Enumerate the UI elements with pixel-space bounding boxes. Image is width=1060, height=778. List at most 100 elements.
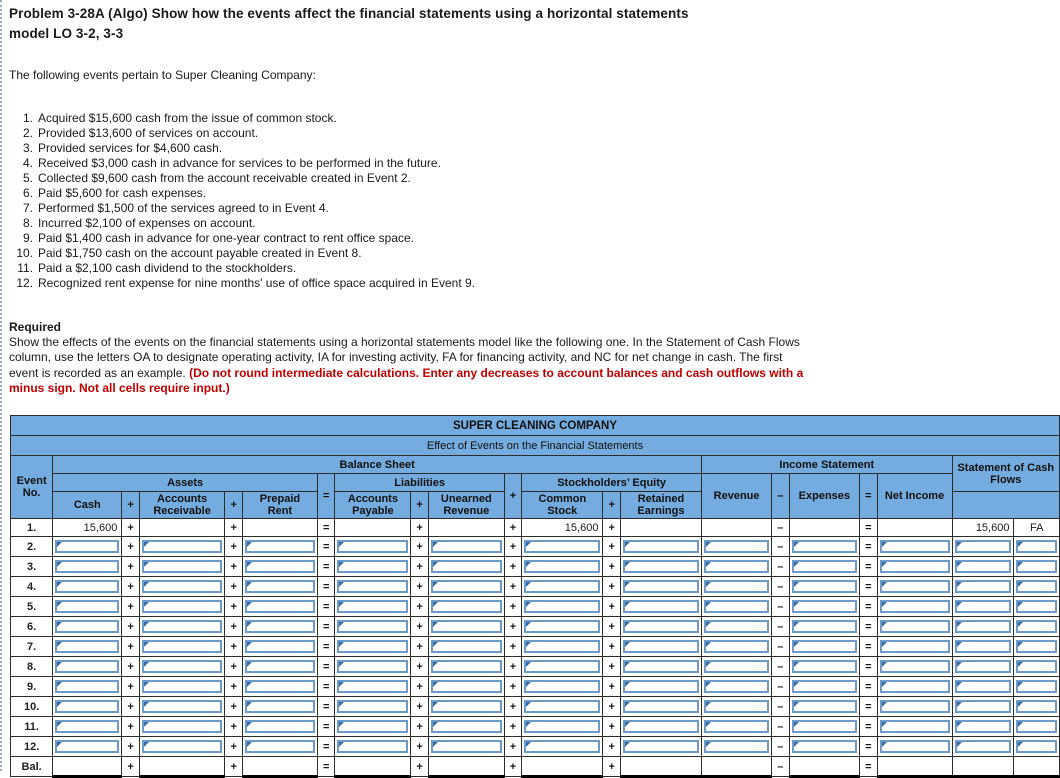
input-common-stock[interactable] xyxy=(524,720,601,733)
cell-cash-flow-code[interactable] xyxy=(1013,616,1060,637)
input-unearned-revenue[interactable] xyxy=(430,660,502,673)
cell-net-income[interactable] xyxy=(876,576,953,597)
input-cash-flow-code[interactable] xyxy=(1016,700,1057,713)
input-prepaid-rent[interactable] xyxy=(244,680,315,693)
cell-revenue[interactable] xyxy=(701,616,773,637)
input-prepaid-rent[interactable] xyxy=(244,560,315,573)
input-cash[interactable] xyxy=(55,640,120,653)
cell-accounts-payable[interactable] xyxy=(334,576,412,597)
input-cash[interactable] xyxy=(55,580,120,593)
cell-accounts-payable[interactable] xyxy=(334,656,412,677)
input-retained-earnings[interactable] xyxy=(622,540,700,553)
input-accounts-receivable[interactable] xyxy=(141,660,223,673)
input-accounts-receivable[interactable] xyxy=(141,540,223,553)
input-accounts-receivable[interactable] xyxy=(141,700,223,713)
cell-accounts-receivable[interactable] xyxy=(138,616,226,637)
input-net-income[interactable] xyxy=(879,600,950,613)
input-net-income[interactable] xyxy=(879,720,950,733)
input-unearned-revenue[interactable] xyxy=(430,640,502,653)
cell-cash[interactable] xyxy=(52,636,123,657)
input-revenue[interactable] xyxy=(704,720,770,733)
input-common-stock[interactable] xyxy=(524,740,601,753)
input-net-income[interactable] xyxy=(879,660,950,673)
cell-net-income[interactable] xyxy=(876,736,953,757)
cell-prepaid-rent[interactable] xyxy=(241,616,319,637)
cell-cash-flow-amount[interactable] xyxy=(951,716,1015,737)
input-cash[interactable] xyxy=(55,700,120,713)
cell-cash-flow-code[interactable] xyxy=(1013,596,1060,617)
cell-net-income[interactable] xyxy=(876,716,953,737)
input-revenue[interactable] xyxy=(704,640,770,653)
input-common-stock[interactable] xyxy=(524,640,601,653)
cell-net-income[interactable] xyxy=(876,676,953,697)
input-prepaid-rent[interactable] xyxy=(244,540,315,553)
cell-cash-flow-code[interactable] xyxy=(1013,736,1060,757)
input-expenses[interactable] xyxy=(791,680,858,693)
cell-revenue[interactable] xyxy=(701,596,773,617)
cell-retained-earnings[interactable] xyxy=(619,556,703,577)
cell-accounts-receivable[interactable] xyxy=(138,636,226,657)
cell-unearned-revenue[interactable] xyxy=(427,616,505,637)
cell-revenue[interactable] xyxy=(701,576,773,597)
cell-prepaid-rent[interactable] xyxy=(241,596,319,617)
cell-common-stock[interactable] xyxy=(521,616,604,637)
input-revenue[interactable] xyxy=(704,680,770,693)
cell-cash-flow-amount[interactable] xyxy=(951,536,1015,557)
input-prepaid-rent[interactable] xyxy=(244,700,315,713)
input-expenses[interactable] xyxy=(791,740,858,753)
cell-retained-earnings[interactable] xyxy=(619,636,703,657)
cell-accounts-receivable[interactable] xyxy=(138,576,226,597)
input-common-stock[interactable] xyxy=(524,660,601,673)
input-accounts-payable[interactable] xyxy=(337,600,409,613)
input-accounts-payable[interactable] xyxy=(337,540,409,553)
input-retained-earnings[interactable] xyxy=(622,680,700,693)
cell-common-stock[interactable] xyxy=(521,676,604,697)
input-unearned-revenue[interactable] xyxy=(430,700,502,713)
cell-accounts-payable[interactable] xyxy=(334,716,412,737)
cell-unearned-revenue[interactable] xyxy=(427,596,505,617)
cell-expenses[interactable] xyxy=(788,556,861,577)
input-common-stock[interactable] xyxy=(524,700,601,713)
cell-accounts-payable[interactable] xyxy=(334,676,412,697)
input-unearned-revenue[interactable] xyxy=(430,580,502,593)
input-net-income[interactable] xyxy=(879,640,950,653)
input-accounts-payable[interactable] xyxy=(337,660,409,673)
input-expenses[interactable] xyxy=(791,660,858,673)
cell-cash-flow-code[interactable] xyxy=(1013,536,1060,557)
cell-prepaid-rent[interactable] xyxy=(241,536,319,557)
cell-cash[interactable] xyxy=(52,616,123,637)
cell-expenses[interactable] xyxy=(788,616,861,637)
cell-cash-flow-amount[interactable] xyxy=(951,556,1015,577)
input-retained-earnings[interactable] xyxy=(622,660,700,673)
cell-cash-flow-code[interactable] xyxy=(1013,696,1060,717)
cell-expenses[interactable] xyxy=(788,596,861,617)
input-accounts-receivable[interactable] xyxy=(141,740,223,753)
input-prepaid-rent[interactable] xyxy=(244,660,315,673)
cell-retained-earnings[interactable] xyxy=(619,536,703,557)
input-cash-flow-code[interactable] xyxy=(1016,580,1057,593)
cell-accounts-payable[interactable] xyxy=(334,556,412,577)
input-cash[interactable] xyxy=(55,540,120,553)
cell-cash[interactable] xyxy=(52,696,123,717)
input-expenses[interactable] xyxy=(791,580,858,593)
input-accounts-receivable[interactable] xyxy=(141,720,223,733)
input-expenses[interactable] xyxy=(791,720,858,733)
input-cash-flow-amount[interactable] xyxy=(954,600,1012,613)
cell-accounts-payable[interactable] xyxy=(334,616,412,637)
cell-accounts-receivable[interactable] xyxy=(138,716,226,737)
cell-retained-earnings[interactable] xyxy=(619,716,703,737)
input-common-stock[interactable] xyxy=(524,560,601,573)
cell-unearned-revenue[interactable] xyxy=(427,656,505,677)
cell-unearned-revenue[interactable] xyxy=(427,676,505,697)
input-revenue[interactable] xyxy=(704,580,770,593)
cell-unearned-revenue[interactable] xyxy=(427,536,505,557)
input-revenue[interactable] xyxy=(704,560,770,573)
input-unearned-revenue[interactable] xyxy=(430,720,502,733)
cell-cash-flow-amount[interactable] xyxy=(951,636,1015,657)
input-expenses[interactable] xyxy=(791,640,858,653)
cell-cash-flow-amount[interactable] xyxy=(951,576,1015,597)
input-cash[interactable] xyxy=(55,660,120,673)
input-unearned-revenue[interactable] xyxy=(430,600,502,613)
input-cash[interactable] xyxy=(55,680,120,693)
input-prepaid-rent[interactable] xyxy=(244,600,315,613)
